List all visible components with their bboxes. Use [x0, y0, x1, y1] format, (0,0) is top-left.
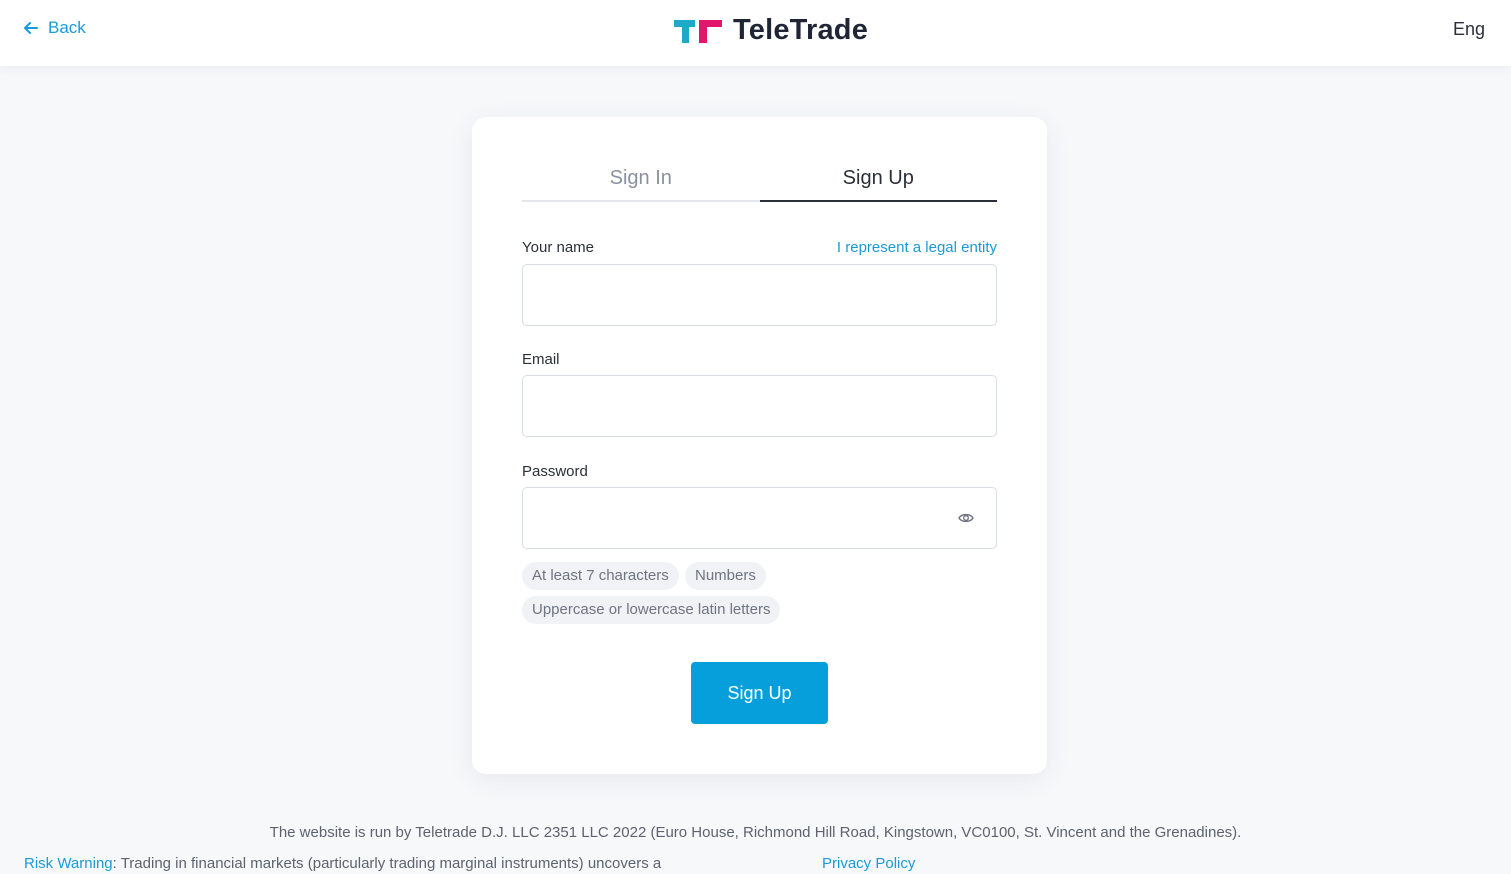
company-info: The website is run by Teletrade D.J. LLC…	[269, 824, 1242, 841]
legal-entity-link[interactable]: I represent a legal entity	[837, 239, 997, 256]
password-input[interactable]	[522, 487, 997, 549]
password-rule-numbers: Numbers	[685, 562, 766, 590]
email-input[interactable]	[522, 375, 997, 437]
top-bar: Back TeleTrade Eng	[0, 0, 1511, 66]
name-label: Your name	[522, 239, 594, 256]
risk-warning: Risk Warning: Trading in financial marke…	[24, 855, 661, 872]
language-selector[interactable]: Eng	[1453, 19, 1485, 40]
back-button[interactable]: Back	[24, 18, 86, 38]
auth-tabs: Sign In Sign Up	[522, 165, 997, 202]
teletrade-logo-icon	[673, 17, 723, 45]
eye-icon[interactable]	[958, 511, 974, 530]
tab-sign-up[interactable]: Sign Up	[759, 165, 998, 202]
brand-logo[interactable]: TeleTrade	[673, 14, 868, 47]
password-rule-length: At least 7 characters	[522, 562, 679, 590]
brand-name: TeleTrade	[733, 14, 869, 46]
password-label: Password	[522, 463, 588, 480]
privacy-policy-link[interactable]: Privacy Policy	[822, 855, 915, 872]
risk-warning-text: : Trading in financial markets (particul…	[112, 855, 662, 872]
email-label: Email	[522, 351, 560, 368]
risk-warning-link[interactable]: Risk Warning	[24, 855, 113, 872]
password-rule-letters: Uppercase or lowercase latin letters	[522, 596, 781, 624]
arrow-left-icon	[24, 22, 38, 34]
name-input[interactable]	[522, 264, 997, 326]
back-label: Back	[48, 18, 86, 37]
tab-sign-in[interactable]: Sign In	[522, 165, 760, 200]
sign-up-button[interactable]: Sign Up	[691, 662, 828, 724]
auth-card: Sign In Sign Up Your name I represent a …	[472, 117, 1047, 774]
